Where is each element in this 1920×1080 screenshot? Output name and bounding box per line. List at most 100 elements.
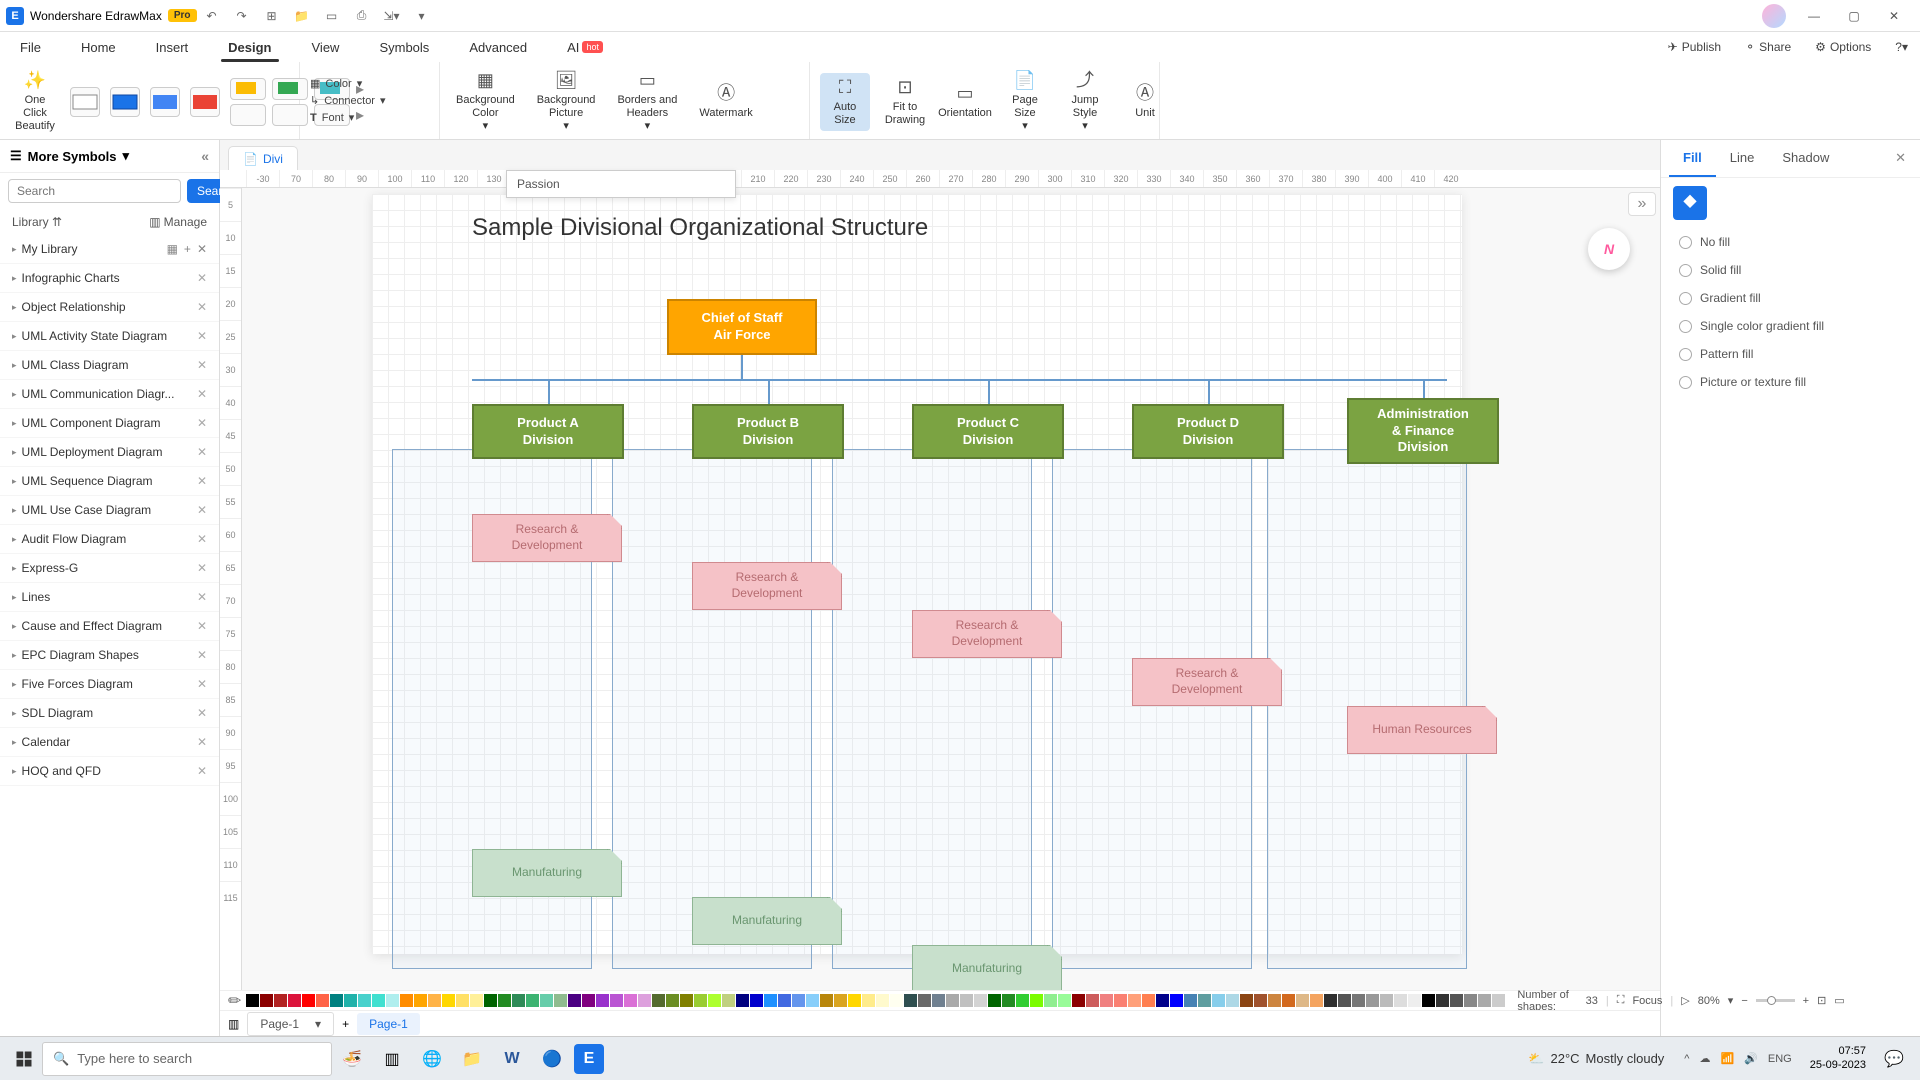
org-sub-box[interactable]: Research &Development — [692, 562, 842, 610]
org-sub-box[interactable]: Manufaturing — [692, 897, 842, 945]
color-swatch[interactable] — [498, 994, 511, 1007]
remove-library-icon[interactable]: ✕ — [197, 358, 207, 372]
library-item[interactable]: ▸UML Use Case Diagram✕ — [0, 496, 219, 525]
library-item[interactable]: ▸EPC Diagram Shapes✕ — [0, 641, 219, 670]
remove-library-icon[interactable]: ✕ — [197, 329, 207, 343]
one-click-beautify-button[interactable]: ✨One Click Beautify — [10, 66, 60, 138]
fill-option[interactable]: Picture or texture fill — [1661, 368, 1920, 396]
color-swatch[interactable] — [876, 994, 889, 1007]
shape-style-4[interactable] — [190, 87, 220, 117]
page-tab-1[interactable]: Page-1 — [357, 1013, 420, 1035]
library-item[interactable]: ▸UML Deployment Diagram✕ — [0, 438, 219, 467]
division-box[interactable]: Product ADivision — [472, 404, 624, 459]
onedrive-icon[interactable]: ☁ — [1699, 1052, 1710, 1065]
color-swatch[interactable] — [890, 994, 903, 1007]
color-swatch[interactable] — [1212, 994, 1225, 1007]
pages-panel-icon[interactable]: ▥ — [228, 1017, 239, 1031]
color-swatch[interactable] — [1114, 994, 1127, 1007]
org-sub-box[interactable]: Human Resources — [1347, 706, 1497, 754]
division-box[interactable]: Administration& FinanceDivision — [1347, 398, 1499, 464]
wifi-icon[interactable]: 📶 — [1720, 1052, 1734, 1065]
explorer-icon[interactable]: 📁 — [454, 1041, 490, 1077]
watermark-button[interactable]: ⒶWatermark — [693, 79, 758, 124]
shape-style-1[interactable] — [70, 87, 100, 117]
zoom-out-icon[interactable]: − — [1741, 995, 1747, 1007]
chrome-icon[interactable]: 🔵 — [534, 1041, 570, 1077]
color-swatch[interactable] — [1268, 994, 1281, 1007]
library-item[interactable]: ▸SDL Diagram✕ — [0, 699, 219, 728]
library-item[interactable]: ▸UML Activity State Diagram✕ — [0, 322, 219, 351]
color-swatch[interactable] — [442, 994, 455, 1007]
library-item[interactable]: ▸Lines✕ — [0, 583, 219, 612]
color-swatch[interactable] — [526, 994, 539, 1007]
color-swatch[interactable] — [274, 994, 287, 1007]
unit-button[interactable]: ⒶUnit — [1120, 79, 1170, 124]
color-swatch[interactable] — [1366, 994, 1379, 1007]
remove-library-icon[interactable]: ✕ — [197, 532, 207, 546]
org-sub-box[interactable]: Research &Development — [472, 514, 622, 562]
color-swatch[interactable] — [1086, 994, 1099, 1007]
remove-library-icon[interactable]: ✕ — [197, 561, 207, 575]
color-swatch[interactable] — [1198, 994, 1211, 1007]
remove-library-icon[interactable]: ✕ — [197, 300, 207, 314]
library-item[interactable]: ▸Calendar✕ — [0, 728, 219, 757]
library-item[interactable]: ▸Cause and Effect Diagram✕ — [0, 612, 219, 641]
library-item[interactable]: ▸Infographic Charts✕ — [0, 264, 219, 293]
color-swatch[interactable] — [1492, 994, 1505, 1007]
color-swatch[interactable] — [988, 994, 1001, 1007]
color-swatch[interactable] — [1436, 994, 1449, 1007]
page[interactable]: Sample Divisional Organizational Structu… — [372, 194, 1462, 954]
redo-icon[interactable]: ↷ — [231, 5, 253, 27]
fit-width-icon[interactable]: ▭ — [1834, 994, 1844, 1007]
ai-float-button[interactable]: N — [1588, 228, 1630, 270]
color-swatch[interactable] — [624, 994, 637, 1007]
remove-library-icon[interactable]: ✕ — [197, 648, 207, 662]
library-item[interactable]: ▸Five Forces Diagram✕ — [0, 670, 219, 699]
color-swatch[interactable] — [1072, 994, 1085, 1007]
color-swatch[interactable] — [638, 994, 651, 1007]
fill-tab[interactable]: Fill — [1669, 140, 1716, 177]
task-view-icon[interactable]: ▥ — [374, 1041, 410, 1077]
color-swatch[interactable] — [694, 994, 707, 1007]
color-swatch[interactable] — [1254, 994, 1267, 1007]
color-swatch[interactable] — [1408, 994, 1421, 1007]
division-box[interactable]: Product CDivision — [912, 404, 1064, 459]
library-label[interactable]: Library ⇈ — [12, 215, 62, 229]
color-swatch[interactable] — [652, 994, 665, 1007]
library-item[interactable]: ▸UML Communication Diagr...✕ — [0, 380, 219, 409]
zoom-level[interactable]: 80% — [1698, 995, 1720, 1007]
color-swatch[interactable] — [470, 994, 483, 1007]
color-swatch[interactable] — [946, 994, 959, 1007]
add-page-icon[interactable]: + — [342, 1017, 349, 1031]
remove-library-icon[interactable]: ✕ — [197, 764, 207, 778]
color-swatch[interactable] — [1352, 994, 1365, 1007]
orientation-button[interactable]: ▭Orientation — [940, 79, 990, 124]
color-swatch[interactable] — [554, 994, 567, 1007]
close-panel-icon[interactable]: ✕ — [1889, 140, 1912, 177]
export-icon[interactable]: ⇲▾ — [381, 5, 403, 27]
start-button[interactable] — [6, 1041, 42, 1077]
color-swatch[interactable] — [722, 994, 735, 1007]
library-item[interactable]: ▸Audit Flow Diagram✕ — [0, 525, 219, 554]
remove-library-icon[interactable]: ✕ — [197, 590, 207, 604]
word-icon[interactable]: W — [494, 1041, 530, 1077]
color-swatch[interactable] — [484, 994, 497, 1007]
bg-picture-button[interactable]: 🖼Background Picture ▾ — [531, 66, 602, 138]
options-button[interactable]: ⚙ Options — [1803, 32, 1883, 62]
color-swatch[interactable] — [1184, 994, 1197, 1007]
save-icon[interactable]: ▭ — [321, 5, 343, 27]
play-icon[interactable]: ▷ — [1681, 994, 1689, 1007]
publish-button[interactable]: ✈ Publish — [1656, 32, 1733, 62]
fill-option[interactable]: Pattern fill — [1661, 340, 1920, 368]
menu-home[interactable]: Home — [61, 32, 136, 62]
menu-file[interactable]: File — [0, 32, 61, 62]
bg-color-button[interactable]: ▦Background Color ▾ — [450, 66, 521, 138]
color-swatch[interactable] — [582, 994, 595, 1007]
page-dropdown[interactable]: Page-1 ▾ — [247, 1012, 334, 1036]
library-item[interactable]: ▸UML Sequence Diagram✕ — [0, 467, 219, 496]
color-swatch[interactable] — [428, 994, 441, 1007]
color-swatch[interactable] — [750, 994, 763, 1007]
library-item[interactable]: ▸Object Relationship✕ — [0, 293, 219, 322]
edge-icon[interactable]: 🌐 — [414, 1041, 450, 1077]
fill-option[interactable]: No fill — [1661, 228, 1920, 256]
